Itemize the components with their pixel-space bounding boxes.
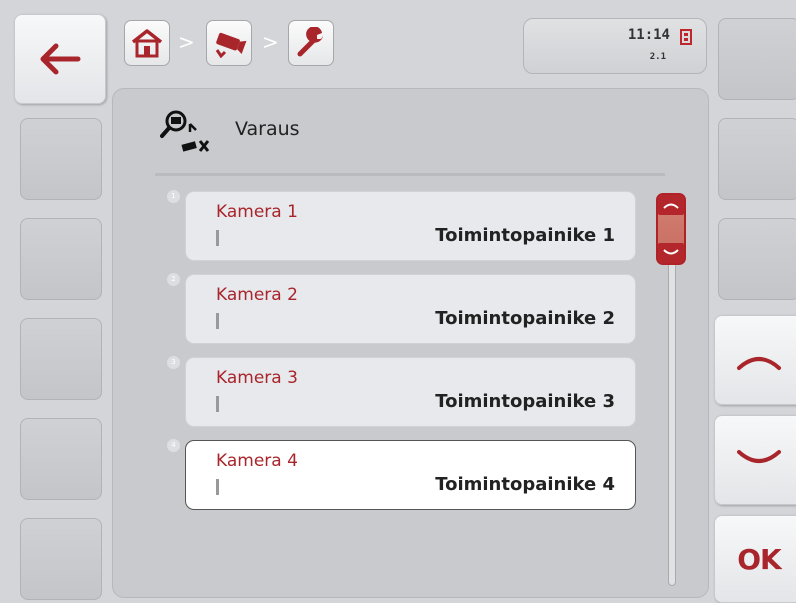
breadcrumb-separator: > bbox=[262, 30, 279, 54]
row-marker bbox=[216, 479, 219, 495]
scroll-down-button[interactable] bbox=[714, 415, 796, 505]
sd-card-icon bbox=[680, 29, 692, 45]
softkey-left-4 bbox=[20, 318, 102, 400]
camera-icon bbox=[215, 32, 247, 58]
home-button[interactable] bbox=[124, 20, 170, 66]
softkey-left-2 bbox=[20, 118, 102, 200]
row-marker bbox=[216, 230, 219, 246]
softkey-right-1 bbox=[718, 18, 796, 100]
row-marker bbox=[216, 313, 219, 329]
header-divider bbox=[155, 173, 665, 176]
list-item[interactable]: 2 Kamera 2 Toimintopainike 2 bbox=[167, 273, 636, 344]
row-name: Kamera 3 bbox=[216, 368, 298, 388]
back-button[interactable] bbox=[14, 14, 106, 104]
page-title: Varaus bbox=[235, 118, 300, 140]
status-box: 11:14 2.1 bbox=[523, 18, 707, 74]
settings-button[interactable] bbox=[288, 20, 334, 66]
clock-time: 11:14 bbox=[627, 27, 670, 43]
camera-menu-button[interactable] bbox=[206, 20, 252, 66]
row-index: 3 bbox=[167, 356, 180, 369]
version-label: 2.1 bbox=[649, 52, 666, 62]
arrow-left-icon bbox=[40, 43, 81, 75]
list-item[interactable]: 3 Kamera 3 Toimintopainike 3 bbox=[167, 356, 636, 427]
row-name: Kamera 2 bbox=[216, 285, 298, 305]
chevron-up-icon bbox=[737, 357, 781, 370]
home-icon bbox=[131, 29, 163, 58]
wrench-icon bbox=[297, 27, 323, 57]
row-value: Toimintopainike 1 bbox=[435, 225, 615, 246]
row-index: 2 bbox=[167, 273, 180, 286]
breadcrumb-separator: > bbox=[178, 30, 195, 54]
camera-search-icon bbox=[160, 110, 210, 152]
softkey-left-5 bbox=[20, 418, 102, 500]
row-index: 1 bbox=[167, 190, 180, 203]
softkey-left-3 bbox=[20, 218, 102, 300]
softkey-right-2 bbox=[718, 118, 796, 200]
row-value: Toimintopainike 2 bbox=[435, 308, 615, 329]
row-name: Kamera 1 bbox=[216, 202, 298, 222]
row-index: 4 bbox=[167, 439, 180, 452]
scroll-thumb-bottom bbox=[658, 243, 684, 263]
scrollbar-thumb[interactable] bbox=[656, 193, 686, 265]
row-value: Toimintopainike 4 bbox=[435, 474, 615, 495]
list-item[interactable]: 1 Kamera 1 Toimintopainike 1 bbox=[167, 190, 636, 261]
scroll-up-button[interactable] bbox=[714, 315, 796, 405]
softkey-left-6 bbox=[20, 518, 102, 600]
chevron-down-icon bbox=[663, 249, 679, 255]
chevron-up-icon bbox=[663, 203, 679, 209]
ok-button[interactable]: OK bbox=[714, 515, 796, 603]
row-name: Kamera 4 bbox=[216, 451, 298, 471]
chevron-down-icon bbox=[737, 450, 781, 463]
row-value: Toimintopainike 3 bbox=[435, 391, 615, 412]
list-item-selected[interactable]: 4 Kamera 4 Toimintopainike 4 bbox=[167, 439, 636, 510]
scroll-thumb-top bbox=[658, 195, 684, 215]
row-marker bbox=[216, 396, 219, 412]
ok-label: OK bbox=[737, 542, 781, 576]
softkey-right-3 bbox=[718, 218, 796, 300]
